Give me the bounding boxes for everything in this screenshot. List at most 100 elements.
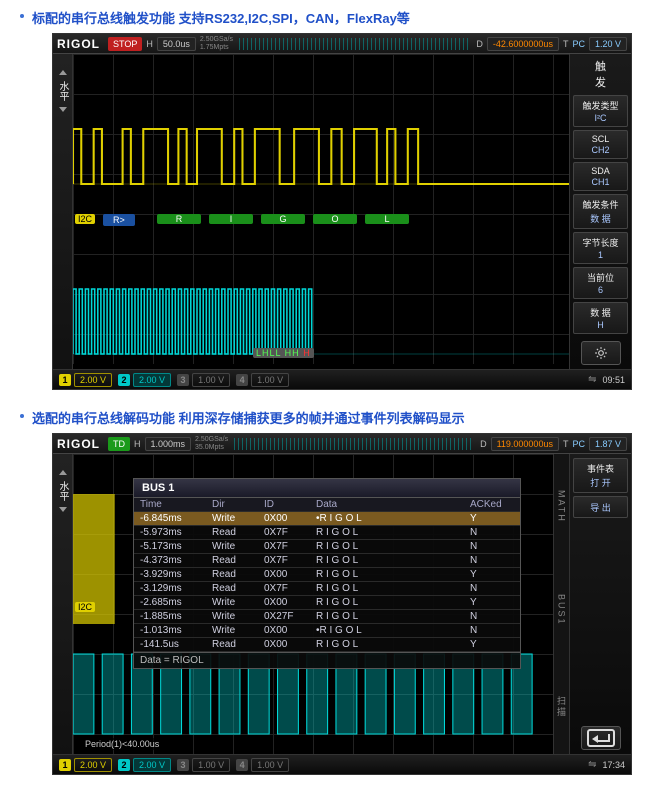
- ch2-readout[interactable]: 22.00 V: [118, 373, 171, 387]
- cell-data: R I G O L: [316, 583, 470, 594]
- cell-id: 0X7F: [264, 583, 316, 594]
- cell-ack: N: [470, 555, 514, 566]
- cell-time: -3.929ms: [140, 569, 212, 580]
- cell-ack: N: [470, 583, 514, 594]
- cell-dir: Read: [212, 555, 264, 566]
- scroll-down-icon[interactable]: [59, 107, 67, 112]
- table-row[interactable]: -141.5usRead0X00R I G O LY: [134, 638, 520, 652]
- trig-label: T: [563, 39, 569, 49]
- cell-ack: N: [470, 611, 514, 622]
- brand-logo: RIGOL: [57, 437, 100, 451]
- run-state-pill[interactable]: STOP: [108, 37, 142, 51]
- side-menu-header: 触 发: [573, 58, 628, 90]
- sample-rate: 2.50GSa/s 35.0Mpts: [195, 436, 228, 452]
- ch1-readout[interactable]: 12.00 V: [59, 373, 112, 387]
- ch2-readout[interactable]: 22.00 V: [118, 758, 171, 772]
- menu-data[interactable]: 数 据H: [573, 302, 628, 334]
- cell-id: 0X00: [264, 625, 316, 636]
- delay-value[interactable]: 119.000000us: [491, 437, 559, 451]
- menu-export[interactable]: 导 出: [573, 496, 628, 518]
- table-row[interactable]: -2.685msWrite0X00R I G O LY: [134, 596, 520, 610]
- sidev-math[interactable]: MATH: [557, 490, 567, 523]
- trig-label: T: [563, 439, 569, 449]
- table-row[interactable]: -4.373msRead0X7FR I G O LN: [134, 554, 520, 568]
- col-dir: Dir: [212, 499, 264, 510]
- brand-logo: RIGOL: [57, 37, 100, 51]
- table-row[interactable]: -6.845msWrite0X00•R I G O LY: [134, 512, 520, 526]
- table-row[interactable]: -3.129msRead0X7FR I G O LN: [134, 582, 520, 596]
- bus-byte: R: [157, 214, 201, 224]
- event-table-title: BUS 1: [134, 479, 520, 498]
- scroll-up-icon[interactable]: [59, 70, 67, 75]
- ch4-readout[interactable]: 41.00 V: [236, 373, 289, 387]
- event-table-footer: Data = RIGOL: [134, 652, 520, 668]
- table-row[interactable]: -1.885msWrite0X27FR I G O LN: [134, 610, 520, 624]
- cell-ack: N: [470, 625, 514, 636]
- cell-dir: Read: [212, 583, 264, 594]
- cell-dir: Write: [212, 611, 264, 622]
- menu-event-table[interactable]: 事件表打 开: [573, 458, 628, 493]
- waveform-area-2[interactable]: I2C BUS 1 Time Dir ID Data ACKed -6.845m…: [73, 454, 553, 754]
- sidev-scan[interactable]: 扫描: [555, 696, 568, 718]
- cell-time: -1.013ms: [140, 625, 212, 636]
- bus-tag: I2C: [75, 602, 95, 612]
- cell-id: 0X00: [264, 513, 316, 524]
- delay-value[interactable]: -42.6000000us: [487, 37, 559, 51]
- overview-tickmarks: [234, 438, 474, 450]
- cell-data: R I G O L: [316, 611, 470, 622]
- trigger-pattern: LHLL HH H: [253, 348, 314, 358]
- bus-tag: I2C: [75, 214, 95, 224]
- ch4-readout[interactable]: 41.00 V: [236, 758, 289, 772]
- cell-data: R I G O L: [316, 639, 470, 650]
- table-row[interactable]: -3.929msRead0X00R I G O LY: [134, 568, 520, 582]
- measurement-readout: Period(1)<40.00us: [81, 738, 163, 750]
- waveform-svg: [73, 54, 569, 364]
- scroll-up-icon[interactable]: [59, 470, 67, 475]
- menu-byte-len[interactable]: 字节长度1: [573, 232, 628, 264]
- return-button[interactable]: [581, 726, 621, 750]
- feature-bullet-1: 标配的串行总线触发功能 支持RS232,I2C,SPI，CAN，FlexRay等: [20, 8, 656, 27]
- cell-id: 0X00: [264, 639, 316, 650]
- cell-dir: Read: [212, 569, 264, 580]
- oscilloscope-screenshot-1: RIGOL STOP H 50.0us 2.50GSa/s 1.75Mpts D…: [52, 33, 632, 390]
- cell-ack: N: [470, 541, 514, 552]
- sample-rate: 2.50GSa/s 1.75Mpts: [200, 36, 233, 52]
- batt-value: 1.87 V: [589, 437, 627, 451]
- menu-cur-bit[interactable]: 当前位6: [573, 267, 628, 299]
- cell-time: -4.373ms: [140, 555, 212, 566]
- bus-byte: O: [313, 214, 357, 224]
- timebase-value[interactable]: 50.0us: [157, 37, 196, 51]
- cell-data: R I G O L: [316, 569, 470, 580]
- menu-sda[interactable]: SDACH1: [573, 162, 628, 191]
- table-row[interactable]: -5.173msWrite0X7FR I G O LN: [134, 540, 520, 554]
- ch3-readout[interactable]: 31.00 V: [177, 758, 230, 772]
- cell-dir: Write: [212, 541, 264, 552]
- table-row[interactable]: -5.973msRead0X7FR I G O LN: [134, 526, 520, 540]
- run-state-pill[interactable]: TD: [108, 437, 130, 451]
- ch1-readout[interactable]: 12.00 V: [59, 758, 112, 772]
- clock: 17:34: [602, 760, 625, 770]
- bus-byte: G: [261, 214, 305, 224]
- cell-id: 0X7F: [264, 541, 316, 552]
- col-data: Data: [316, 499, 470, 510]
- scroll-down-icon[interactable]: [59, 507, 67, 512]
- table-row[interactable]: -1.013msWrite0X00•R I G O LN: [134, 624, 520, 638]
- menu-scl[interactable]: SCLCH2: [573, 130, 628, 159]
- cell-data: •R I G O L: [316, 625, 470, 636]
- settings-button[interactable]: [581, 341, 621, 365]
- cell-ack: Y: [470, 513, 514, 524]
- event-table-body[interactable]: -6.845msWrite0X00•R I G O LY-5.973msRead…: [134, 512, 520, 652]
- menu-trigger-type[interactable]: 触发类型I²C: [573, 95, 628, 127]
- ch3-readout[interactable]: 31.00 V: [177, 373, 230, 387]
- waveform-area-1[interactable]: I2C R> R I G O L LHLL HH H: [73, 54, 569, 364]
- menu-trig-cond[interactable]: 触发条件数 据: [573, 194, 628, 229]
- timebase-value[interactable]: 1.000ms: [145, 437, 192, 451]
- usb-icon: ⇋: [588, 374, 596, 385]
- sidev-bus1[interactable]: BUS1: [557, 594, 567, 626]
- usb-icon: ⇋: [588, 759, 596, 770]
- event-table-window: BUS 1 Time Dir ID Data ACKed -6.845msWri…: [133, 478, 521, 669]
- cell-data: R I G O L: [316, 541, 470, 552]
- scope2-topbar: RIGOL TD H 1.000ms 2.50GSa/s 35.0Mpts D …: [53, 434, 631, 454]
- col-ack: ACKed: [470, 499, 514, 510]
- scope1-topbar: RIGOL STOP H 50.0us 2.50GSa/s 1.75Mpts D…: [53, 34, 631, 54]
